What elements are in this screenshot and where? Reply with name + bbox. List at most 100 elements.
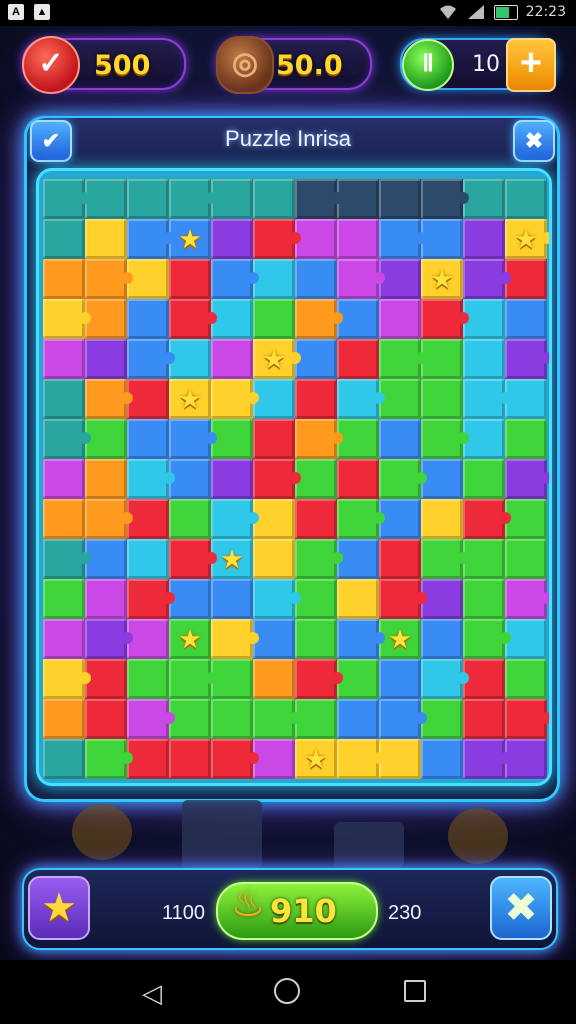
- puzzle-tile[interactable]: [463, 739, 511, 779]
- puzzle-tile[interactable]: [463, 539, 505, 579]
- puzzle-tile[interactable]: [337, 499, 385, 539]
- puzzle-tile[interactable]: [379, 299, 421, 339]
- puzzle-tile[interactable]: [421, 339, 463, 379]
- puzzle-tile[interactable]: [169, 459, 211, 499]
- puzzle-tile[interactable]: [505, 699, 549, 739]
- puzzle-tile[interactable]: [253, 739, 295, 779]
- puzzle-tile[interactable]: [295, 619, 337, 659]
- puzzle-tile[interactable]: [127, 619, 169, 659]
- puzzle-tile[interactable]: [463, 499, 511, 539]
- puzzle-tile[interactable]: [169, 259, 211, 299]
- puzzle-tile[interactable]: [295, 659, 343, 699]
- puzzle-tile[interactable]: [295, 259, 337, 299]
- star-piece[interactable]: ★: [169, 379, 211, 419]
- puzzle-tile[interactable]: [253, 659, 295, 699]
- puzzle-tile[interactable]: [421, 419, 469, 459]
- puzzle-tile[interactable]: [253, 379, 295, 419]
- puzzle-tile[interactable]: [337, 259, 385, 299]
- puzzle-tile[interactable]: [85, 259, 133, 299]
- puzzle-tile[interactable]: [295, 699, 337, 739]
- puzzle-grid[interactable]: [43, 179, 549, 779]
- star-piece[interactable]: ★: [169, 619, 211, 659]
- puzzle-tile[interactable]: [169, 699, 211, 739]
- puzzle-tile[interactable]: [211, 339, 253, 379]
- puzzle-tile[interactable]: [169, 659, 217, 699]
- puzzle-tile[interactable]: [421, 179, 469, 219]
- puzzle-tile[interactable]: [127, 219, 175, 259]
- puzzle-tile[interactable]: [85, 219, 127, 259]
- puzzle-tile[interactable]: [253, 219, 301, 259]
- puzzle-tile[interactable]: [85, 539, 127, 579]
- puzzle-tile[interactable]: [463, 699, 505, 739]
- puzzle-tile[interactable]: [85, 419, 127, 459]
- puzzle-tile[interactable]: [127, 459, 175, 499]
- puzzle-tile[interactable]: [337, 739, 385, 779]
- puzzle-tile[interactable]: [505, 619, 547, 659]
- puzzle-tile[interactable]: [463, 299, 505, 339]
- puzzle-tile[interactable]: [211, 739, 259, 779]
- puzzle-tile[interactable]: [43, 579, 85, 619]
- back-icon[interactable]: ◁: [142, 978, 162, 1009]
- score-pill[interactable]: ♨ 910: [216, 882, 378, 940]
- puzzle-tile[interactable]: [463, 259, 511, 299]
- puzzle-tile[interactable]: [421, 299, 469, 339]
- puzzle-tile[interactable]: [253, 539, 295, 579]
- puzzle-tile[interactable]: [337, 579, 379, 619]
- puzzle-tile[interactable]: [337, 459, 379, 499]
- puzzle-tile[interactable]: [85, 699, 127, 739]
- puzzle-tile[interactable]: [127, 539, 169, 579]
- puzzle-tile[interactable]: [85, 499, 133, 539]
- puzzle-tile[interactable]: [253, 259, 295, 299]
- puzzle-tile[interactable]: [295, 219, 337, 259]
- puzzle-tile[interactable]: [43, 419, 91, 459]
- puzzle-tile[interactable]: [43, 339, 85, 379]
- puzzle-tile[interactable]: [421, 499, 463, 539]
- puzzle-tile[interactable]: [127, 659, 169, 699]
- puzzle-tile[interactable]: [379, 339, 427, 379]
- home-icon[interactable]: [274, 978, 300, 1004]
- puzzle-tile[interactable]: [295, 539, 343, 579]
- puzzle-tile[interactable]: [127, 499, 169, 539]
- puzzle-tile[interactable]: [463, 659, 505, 699]
- puzzle-tile[interactable]: [85, 739, 133, 779]
- confirm-button[interactable]: ✔: [30, 120, 72, 162]
- puzzle-tile[interactable]: [127, 259, 169, 299]
- puzzle-tile[interactable]: [127, 579, 175, 619]
- puzzle-tile[interactable]: [337, 619, 385, 659]
- puzzle-tile[interactable]: [337, 539, 379, 579]
- puzzle-tile[interactable]: [379, 659, 421, 699]
- puzzle-tile[interactable]: [253, 299, 295, 339]
- puzzle-tile[interactable]: [253, 179, 295, 219]
- puzzle-tile[interactable]: [379, 259, 421, 299]
- puzzle-tile[interactable]: [337, 299, 379, 339]
- puzzle-tile[interactable]: [169, 179, 217, 219]
- puzzle-tile[interactable]: [379, 579, 427, 619]
- puzzle-tile[interactable]: [43, 299, 91, 339]
- puzzle-tile[interactable]: [421, 659, 469, 699]
- puzzle-tile[interactable]: [211, 659, 253, 699]
- puzzle-tile[interactable]: [421, 379, 463, 419]
- puzzle-tile[interactable]: [43, 379, 85, 419]
- puzzle-tile[interactable]: [211, 219, 253, 259]
- puzzle-tile[interactable]: [169, 499, 211, 539]
- puzzle-tile[interactable]: [421, 459, 463, 499]
- puzzle-tile[interactable]: [85, 379, 133, 419]
- star-piece[interactable]: ★: [295, 739, 337, 779]
- star-piece[interactable]: ★: [379, 619, 421, 659]
- puzzle-tile[interactable]: [253, 459, 301, 499]
- puzzle-tile[interactable]: [379, 499, 421, 539]
- puzzle-tile[interactable]: [337, 339, 379, 379]
- puzzle-tile[interactable]: [379, 379, 421, 419]
- puzzle-tile[interactable]: [253, 499, 295, 539]
- puzzle-tile[interactable]: [505, 299, 547, 339]
- star-piece[interactable]: ★: [169, 219, 211, 259]
- puzzle-tile[interactable]: [463, 579, 505, 619]
- puzzle-tile[interactable]: [169, 539, 217, 579]
- puzzle-tile[interactable]: [169, 419, 217, 459]
- puzzle-tile[interactable]: [505, 659, 547, 699]
- puzzle-tile[interactable]: [43, 499, 85, 539]
- puzzle-tile[interactable]: [295, 459, 337, 499]
- puzzle-tile[interactable]: [295, 419, 343, 459]
- star-piece[interactable]: ★: [253, 339, 295, 379]
- puzzle-tile[interactable]: [505, 179, 547, 219]
